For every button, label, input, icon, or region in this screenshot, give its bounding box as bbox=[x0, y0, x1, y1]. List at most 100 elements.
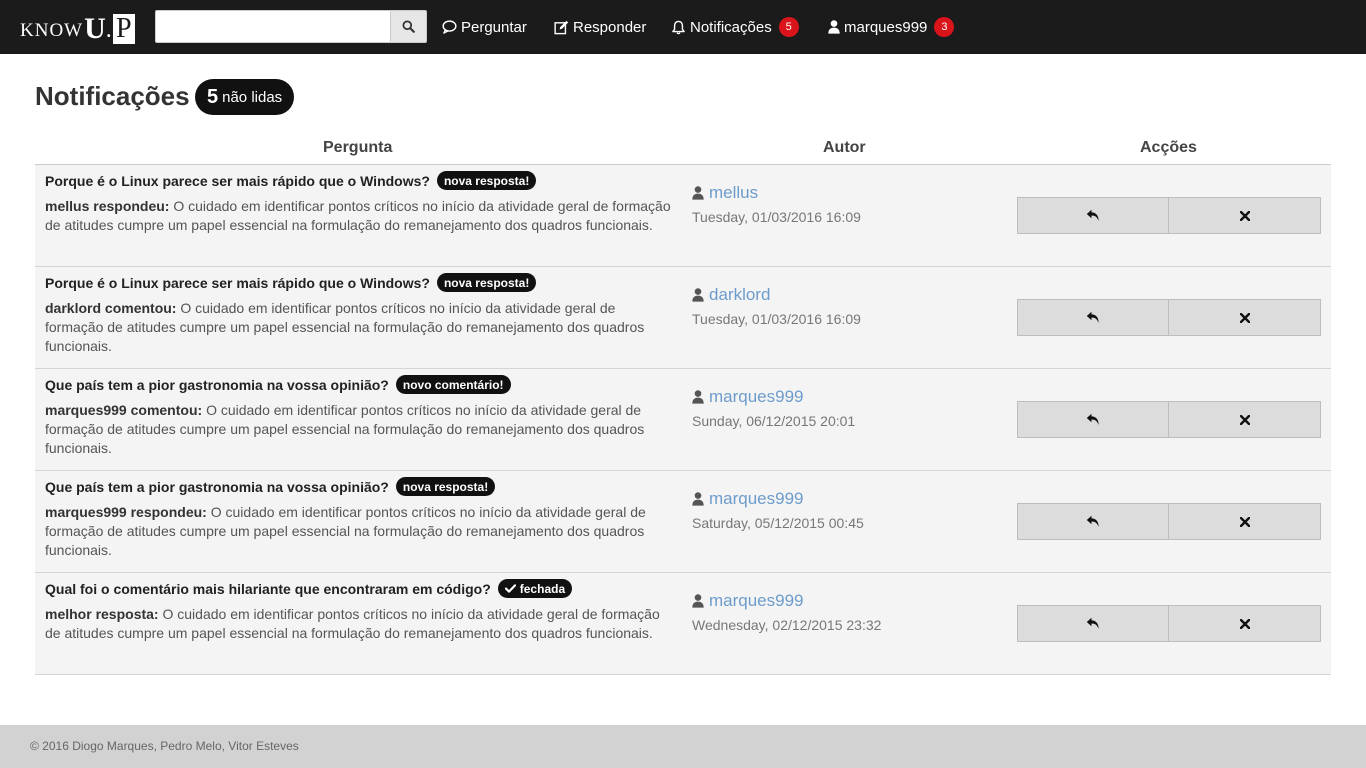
edit-icon bbox=[554, 20, 569, 34]
question-title[interactable]: Porque é o Linux parece ser mais rápido … bbox=[45, 273, 537, 292]
row-actions bbox=[1017, 197, 1321, 234]
close-icon bbox=[1239, 618, 1250, 629]
table-row: Porque é o Linux parece ser mais rápido … bbox=[35, 267, 1331, 369]
footer: © 2016 Diogo Marques, Pedro Melo, Vitor … bbox=[0, 725, 1366, 768]
nav-responder-label: Responder bbox=[573, 18, 647, 36]
question-title-text: Que país tem a pior gastronomia na vossa… bbox=[45, 376, 389, 393]
notifications-badge: 5 bbox=[778, 17, 799, 37]
nav-user[interactable]: marques999 3 bbox=[828, 0, 955, 54]
reply-icon bbox=[1086, 617, 1099, 629]
search-input[interactable] bbox=[155, 10, 390, 43]
notification-body: marques999 respondeu: O cuidado em ident… bbox=[45, 503, 675, 560]
author-name: marques999 bbox=[709, 489, 804, 508]
user-icon bbox=[692, 390, 704, 404]
author-name: marques999 bbox=[709, 387, 804, 406]
question-title-text: Qual foi o comentário mais hilariante qu… bbox=[45, 580, 491, 597]
notification-body: melhor resposta: O cuidado em identifica… bbox=[45, 605, 675, 643]
search-button[interactable] bbox=[390, 10, 427, 43]
dismiss-button[interactable] bbox=[1169, 503, 1321, 540]
user-icon bbox=[692, 288, 704, 302]
reply-button[interactable] bbox=[1017, 503, 1169, 540]
nav-notificacoes-label: Notificações bbox=[690, 18, 772, 36]
author-link[interactable]: marques999 bbox=[692, 387, 804, 407]
user-badge: 3 bbox=[934, 17, 955, 37]
reply-icon bbox=[1086, 209, 1099, 221]
author-link[interactable]: darklord bbox=[692, 285, 770, 305]
notification-date: Saturday, 05/12/2015 00:45 bbox=[692, 515, 864, 531]
question-title-text: Que país tem a pior gastronomia na vossa… bbox=[45, 478, 389, 495]
question-title[interactable]: Porque é o Linux parece ser mais rápido … bbox=[45, 171, 537, 190]
user-icon bbox=[692, 492, 704, 506]
notification-date: Tuesday, 01/03/2016 16:09 bbox=[692, 311, 861, 327]
site-logo[interactable]: KNOW U . P bbox=[20, 10, 135, 44]
dismiss-button[interactable] bbox=[1169, 197, 1321, 234]
bell-icon bbox=[672, 20, 685, 34]
logo-text-p: P bbox=[112, 14, 135, 44]
row-actions bbox=[1017, 401, 1321, 438]
search-icon bbox=[402, 20, 415, 33]
status-badge: novo comentário! bbox=[395, 375, 511, 394]
close-icon bbox=[1239, 516, 1250, 527]
nav-notificacoes[interactable]: Notificações 5 bbox=[671, 0, 799, 54]
notification-body: marques999 comentou: O cuidado em identi… bbox=[45, 401, 675, 458]
reply-button[interactable] bbox=[1017, 299, 1169, 336]
row-actions bbox=[1017, 503, 1321, 540]
question-title[interactable]: Que país tem a pior gastronomia na vossa… bbox=[45, 375, 511, 394]
table-row: Que país tem a pior gastronomia na vossa… bbox=[35, 471, 1331, 573]
status-badge: nova resposta! bbox=[395, 477, 496, 496]
dismiss-button[interactable] bbox=[1169, 605, 1321, 642]
unread-count: 5 bbox=[207, 85, 219, 108]
reply-button[interactable] bbox=[1017, 197, 1169, 234]
nav-user-label: marques999 bbox=[844, 18, 928, 36]
close-icon bbox=[1239, 414, 1250, 425]
reply-button[interactable] bbox=[1017, 605, 1169, 642]
table-row: Qual foi o comentário mais hilariante qu… bbox=[35, 573, 1331, 675]
close-icon bbox=[1239, 210, 1250, 221]
nav-perguntar[interactable]: Perguntar bbox=[442, 0, 527, 54]
column-header-pergunta: Pergunta bbox=[323, 139, 393, 156]
page-title: Notificações bbox=[35, 81, 190, 111]
notification-date: Tuesday, 01/03/2016 16:09 bbox=[692, 209, 861, 225]
author-link[interactable]: mellus bbox=[692, 183, 758, 203]
reply-button[interactable] bbox=[1017, 401, 1169, 438]
question-title[interactable]: Qual foi o comentário mais hilariante qu… bbox=[45, 579, 573, 598]
logo-text-dot: . bbox=[105, 17, 112, 43]
dismiss-button[interactable] bbox=[1169, 401, 1321, 438]
notification-action: marques999 respondeu: bbox=[45, 504, 207, 520]
notification-date: Sunday, 06/12/2015 20:01 bbox=[692, 413, 856, 429]
nav-perguntar-label: Perguntar bbox=[461, 18, 527, 36]
nav-responder[interactable]: Responder bbox=[554, 0, 646, 54]
status-badge-label: nova resposta! bbox=[443, 173, 530, 188]
status-badge-label: novo comentário! bbox=[402, 377, 504, 392]
footer-copyright: © 2016 Diogo Marques, Pedro Melo, Vitor … bbox=[30, 739, 299, 753]
status-badge: nova resposta! bbox=[436, 171, 537, 190]
comment-icon bbox=[442, 20, 457, 34]
author-link[interactable]: marques999 bbox=[692, 591, 804, 611]
close-icon bbox=[1239, 312, 1250, 323]
notification-body: darklord comentou: O cuidado em identifi… bbox=[45, 299, 675, 356]
notification-action: marques999 comentou: bbox=[45, 402, 203, 418]
question-title[interactable]: Que país tem a pior gastronomia na vossa… bbox=[45, 477, 496, 496]
reply-icon bbox=[1086, 413, 1099, 425]
author-link[interactable]: marques999 bbox=[692, 489, 804, 509]
logo-text-u: U bbox=[84, 12, 106, 45]
question-title-text: Porque é o Linux parece ser mais rápido … bbox=[45, 172, 430, 189]
author-name: darklord bbox=[709, 285, 771, 304]
notification-body: mellus respondeu: O cuidado em identific… bbox=[45, 197, 675, 235]
unread-badge: 5 não lidas bbox=[195, 79, 295, 115]
notification-action: melhor resposta: bbox=[45, 606, 159, 622]
status-badge-label: fechada bbox=[519, 581, 566, 596]
user-icon bbox=[828, 20, 840, 34]
status-badge: nova resposta! bbox=[436, 273, 537, 292]
author-name: marques999 bbox=[709, 591, 804, 610]
row-actions bbox=[1017, 605, 1321, 642]
column-header-autor: Autor bbox=[823, 139, 866, 156]
status-badge: fechada bbox=[497, 579, 573, 598]
navbar: KNOW U . P Perguntar Responder Notificaç… bbox=[0, 0, 1366, 54]
column-header-accoes: Acções bbox=[1140, 139, 1197, 156]
check-icon bbox=[504, 584, 516, 593]
author-name: mellus bbox=[709, 183, 759, 202]
dismiss-button[interactable] bbox=[1169, 299, 1321, 336]
status-badge-label: nova resposta! bbox=[443, 275, 530, 290]
user-icon bbox=[692, 594, 704, 608]
